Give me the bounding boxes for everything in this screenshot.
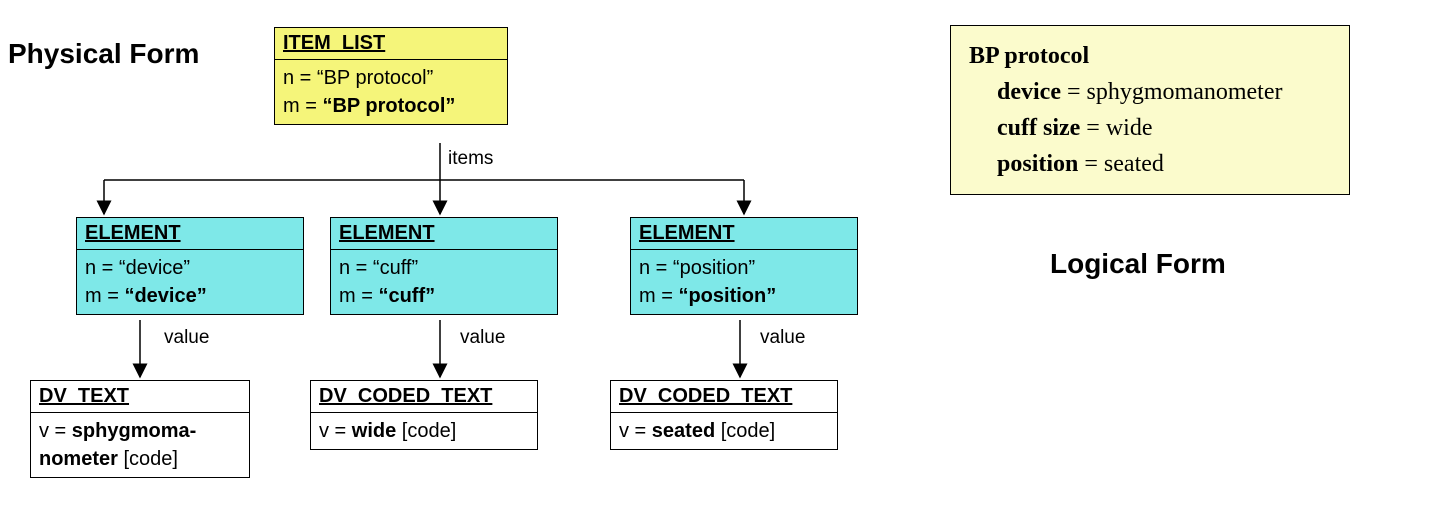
item-list-box: ITEM_LIST n = “BP protocol” m = “BP prot…: [274, 27, 508, 125]
element-n-device: n = “device”: [85, 254, 295, 282]
logical-row-position: position = seated: [997, 146, 1331, 182]
element-m-cuff: m = “cuff”: [339, 282, 549, 310]
logical-title: BP protocol: [969, 38, 1331, 74]
physical-form-title: Physical Form: [8, 38, 199, 70]
element-body-position: n = “position” m = “position”: [631, 250, 857, 314]
item-list-body: n = “BP protocol” m = “BP protocol”: [275, 60, 507, 124]
logical-row-device: device = sphygmomanometer: [997, 74, 1331, 110]
value-edge-position: value: [760, 327, 805, 349]
dv-text-box-device: DV_TEXT v = sphygmoma-nometer [code]: [30, 380, 250, 478]
value-edge-device: value: [164, 327, 209, 349]
dv-text-type-device: DV_TEXT: [31, 381, 249, 413]
dv-coded-text-body-cuff: v = wide [code]: [311, 413, 537, 449]
items-edge-label: items: [448, 148, 493, 170]
element-n-cuff: n = “cuff”: [339, 254, 549, 282]
item-list-m: m = “BP protocol”: [283, 92, 499, 120]
dv-text-body-device: v = sphygmoma-nometer [code]: [31, 413, 249, 477]
item-list-type: ITEM_LIST: [275, 28, 507, 60]
element-n-position: n = “position”: [639, 254, 849, 282]
element-box-device: ELEMENT n = “device” m = “device”: [76, 217, 304, 315]
dv-coded-text-type-cuff: DV_CODED_TEXT: [311, 381, 537, 413]
dv-coded-text-box-position: DV_CODED_TEXT v = seated [code]: [610, 380, 838, 450]
item-list-n: n = “BP protocol”: [283, 64, 499, 92]
dv-coded-text-body-position: v = seated [code]: [611, 413, 837, 449]
element-box-position: ELEMENT n = “position” m = “position”: [630, 217, 858, 315]
element-box-cuff: ELEMENT n = “cuff” m = “cuff”: [330, 217, 558, 315]
element-body-device: n = “device” m = “device”: [77, 250, 303, 314]
element-body-cuff: n = “cuff” m = “cuff”: [331, 250, 557, 314]
logical-form-box: BP protocol device = sphygmomanometer cu…: [950, 25, 1350, 195]
value-edge-cuff: value: [460, 327, 505, 349]
logical-row-cuff: cuff size = wide: [997, 110, 1331, 146]
dv-coded-text-box-cuff: DV_CODED_TEXT v = wide [code]: [310, 380, 538, 450]
element-m-position: m = “position”: [639, 282, 849, 310]
dv-coded-text-type-position: DV_CODED_TEXT: [611, 381, 837, 413]
element-type-position: ELEMENT: [631, 218, 857, 250]
element-type-device: ELEMENT: [77, 218, 303, 250]
element-m-device: m = “device”: [85, 282, 295, 310]
logical-form-title: Logical Form: [1050, 248, 1226, 280]
element-type-cuff: ELEMENT: [331, 218, 557, 250]
